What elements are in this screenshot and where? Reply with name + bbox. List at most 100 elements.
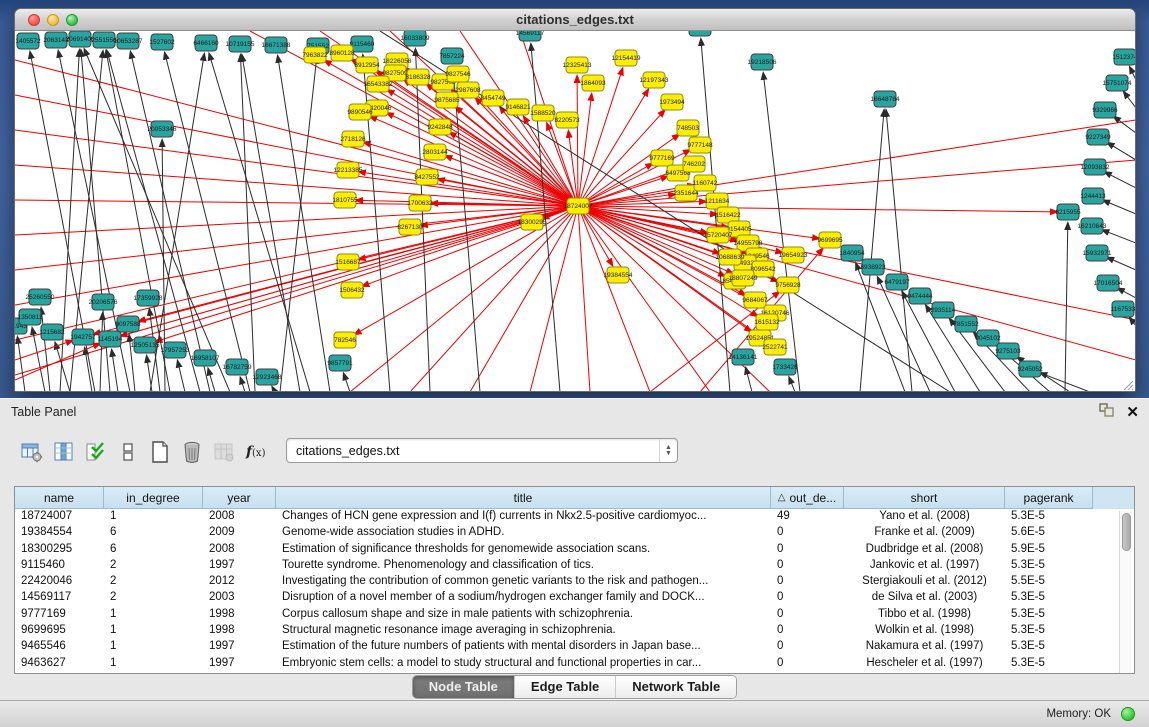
table-cell[interactable]: Changes of HCN gene expression and I(f) … xyxy=(276,509,771,525)
graph-node[interactable]: 12325413 xyxy=(563,57,592,73)
graph-node[interactable]: 1167533 xyxy=(1111,301,1135,317)
table-cell[interactable]: Hescheler et al. (1997) xyxy=(844,656,1005,672)
graph-node[interactable]: 748503 xyxy=(677,120,699,136)
window-titlebar[interactable]: citations_edges.txt xyxy=(15,9,1135,31)
column-header-in_degree[interactable]: in_degree xyxy=(104,487,203,509)
graph-node[interactable]: 8912954 xyxy=(354,57,380,73)
graph-node[interactable]: 12197343 xyxy=(640,72,669,88)
column-header-name[interactable]: name xyxy=(15,487,104,509)
new-table-icon[interactable] xyxy=(146,439,173,465)
table-cell[interactable]: Structural magnetic resonance image aver… xyxy=(276,623,771,639)
graph-node[interactable]: 2935114 xyxy=(931,302,956,318)
graph-node[interactable]: 18724007 xyxy=(564,198,593,214)
table-cell[interactable]: 1 xyxy=(104,623,203,639)
table-cell[interactable]: 18724007 xyxy=(15,509,104,525)
graph-node[interactable]: 746202 xyxy=(683,156,705,172)
graph-node[interactable]: 1512374 xyxy=(1112,49,1135,65)
delete-table-icon[interactable] xyxy=(178,439,205,465)
table-cell[interactable]: 22420046 xyxy=(15,574,104,590)
graph-node[interactable]: 8427552 xyxy=(414,169,440,185)
table-cell[interactable]: 2008 xyxy=(203,509,276,525)
table-row[interactable]: 2242004622012Investigating the contribut… xyxy=(15,574,1118,590)
table-cell[interactable]: 2 xyxy=(104,574,203,590)
graph-node[interactable]: 9875685 xyxy=(434,92,460,108)
graph-node[interactable]: 9227349 xyxy=(1085,129,1111,145)
network-canvas[interactable]: 1405572206314320691406255155610653287152… xyxy=(15,31,1135,391)
graph-node[interactable]: 16782759 xyxy=(223,359,252,375)
table-row[interactable]: 1830029562008Estimation of significance … xyxy=(15,542,1118,558)
graph-node[interactable]: 16033809 xyxy=(401,31,430,46)
graph-node[interactable]: 782546 xyxy=(334,332,356,348)
table-row[interactable]: 1456911722003Disruption of a novel membe… xyxy=(15,590,1118,606)
graph-node[interactable]: 9857791 xyxy=(327,355,353,371)
graph-node[interactable]: 12093832 xyxy=(1081,159,1110,175)
table-cell[interactable]: Corpus callosum shape and size in male p… xyxy=(276,607,771,623)
tab-node-table[interactable]: Node Table xyxy=(413,676,515,698)
table-select-dropdown[interactable]: citations_edges.txt ▲▼ xyxy=(286,438,678,463)
graph-node[interactable]: 7851552 xyxy=(953,316,979,332)
graph-node[interactable]: 1244413 xyxy=(1080,188,1106,204)
graph-node[interactable]: 14569117 xyxy=(516,31,545,41)
graph-node[interactable]: 19218506 xyxy=(748,54,777,70)
graph-node[interactable]: 9756928 xyxy=(775,277,801,293)
graph-node[interactable]: 6466160 xyxy=(193,35,219,51)
table-cell[interactable]: Estimation of significance thresholds fo… xyxy=(276,542,771,558)
column-header-short[interactable]: short xyxy=(844,487,1005,509)
graph-node[interactable]: 9245052 xyxy=(1017,361,1043,377)
table-cell[interactable]: 14569117 xyxy=(15,590,104,606)
graph-node[interactable]: 1840954 xyxy=(839,245,865,261)
graph-node[interactable]: 1506432 xyxy=(339,282,365,298)
graph-node[interactable]: 9684067 xyxy=(742,292,768,308)
column-header-out_de[interactable]: △out_de... xyxy=(771,487,844,509)
table-cell[interactable]: 5.5E-5 xyxy=(1005,574,1093,590)
table-cell[interactable]: Stergiakouli et al. (2012) xyxy=(844,574,1005,590)
table-vertical-scrollbar[interactable] xyxy=(1119,511,1132,673)
float-window-icon[interactable] xyxy=(1099,403,1114,422)
graph-node[interactable]: 25260550 xyxy=(26,289,55,305)
table-row[interactable]: 1872400712008Changes of HCN gene express… xyxy=(15,509,1118,525)
table-cell[interactable]: Jankovic et al. (1997) xyxy=(844,558,1005,574)
graph-node[interactable]: 1588520 xyxy=(530,105,556,121)
graph-node[interactable]: 2522741 xyxy=(762,339,788,355)
graph-node[interactable]: 16210643 xyxy=(1078,218,1107,234)
row-visibility-icon[interactable] xyxy=(114,439,141,465)
select-rows-icon[interactable] xyxy=(82,439,109,465)
table-cell[interactable]: 0 xyxy=(771,574,844,590)
column-visibility-icon[interactable] xyxy=(50,439,77,465)
graph-node[interactable]: 9242848 xyxy=(427,119,453,135)
table-cell[interactable]: Yano et al. (2008) xyxy=(844,509,1005,525)
table-cell[interactable]: 5.3E-5 xyxy=(1005,509,1093,525)
table-cell[interactable]: 1 xyxy=(104,656,203,672)
table-cell[interactable]: 9465546 xyxy=(15,639,104,655)
graph-node[interactable]: 10653287 xyxy=(114,33,143,49)
graph-node[interactable]: 1700632 xyxy=(407,195,433,211)
scrollbar-thumb[interactable] xyxy=(1122,513,1131,551)
table-cell[interactable]: 18300295 xyxy=(15,542,104,558)
graph-node[interactable]: 8186328 xyxy=(405,69,431,85)
table-cell[interactable]: 5.9E-5 xyxy=(1005,542,1093,558)
graph-node[interactable]: 1160742 xyxy=(693,175,718,191)
graph-node[interactable]: 9045102 xyxy=(975,330,1001,346)
graph-node[interactable]: 9699695 xyxy=(817,232,843,248)
graph-node[interactable]: 1615132 xyxy=(754,314,780,330)
minimize-window-icon[interactable] xyxy=(47,14,59,26)
graph-node[interactable]: 9329966 xyxy=(1092,102,1118,118)
graph-node[interactable]: 8215955 xyxy=(1055,204,1081,220)
graph-node[interactable]: 8267130 xyxy=(397,219,423,235)
graph-node[interactable]: 20053346 xyxy=(148,121,177,137)
table-cell[interactable]: 1 xyxy=(104,639,203,655)
table-cell[interactable]: 1 xyxy=(104,607,203,623)
graph-node[interactable]: 1810755 xyxy=(332,192,358,208)
graph-node[interactable]: 12505135 xyxy=(131,337,160,353)
table-cell[interactable]: Estimation of the future numbers of pati… xyxy=(276,639,771,655)
table-settings-icon[interactable] xyxy=(18,439,45,465)
table-cell[interactable]: 0 xyxy=(771,607,844,623)
graph-node[interactable]: 1350811 xyxy=(18,309,43,325)
tab-network-table[interactable]: Network Table xyxy=(616,676,736,698)
graph-node[interactable]: 2987608 xyxy=(455,82,481,98)
table-cell[interactable]: 5.3E-5 xyxy=(1005,607,1093,623)
graph-node[interactable]: 15720407 xyxy=(704,227,733,243)
close-panel-icon[interactable]: ✕ xyxy=(1126,405,1139,421)
graph-node[interactable]: 9275103 xyxy=(995,343,1021,359)
table-cell[interactable]: 49 xyxy=(771,509,844,525)
